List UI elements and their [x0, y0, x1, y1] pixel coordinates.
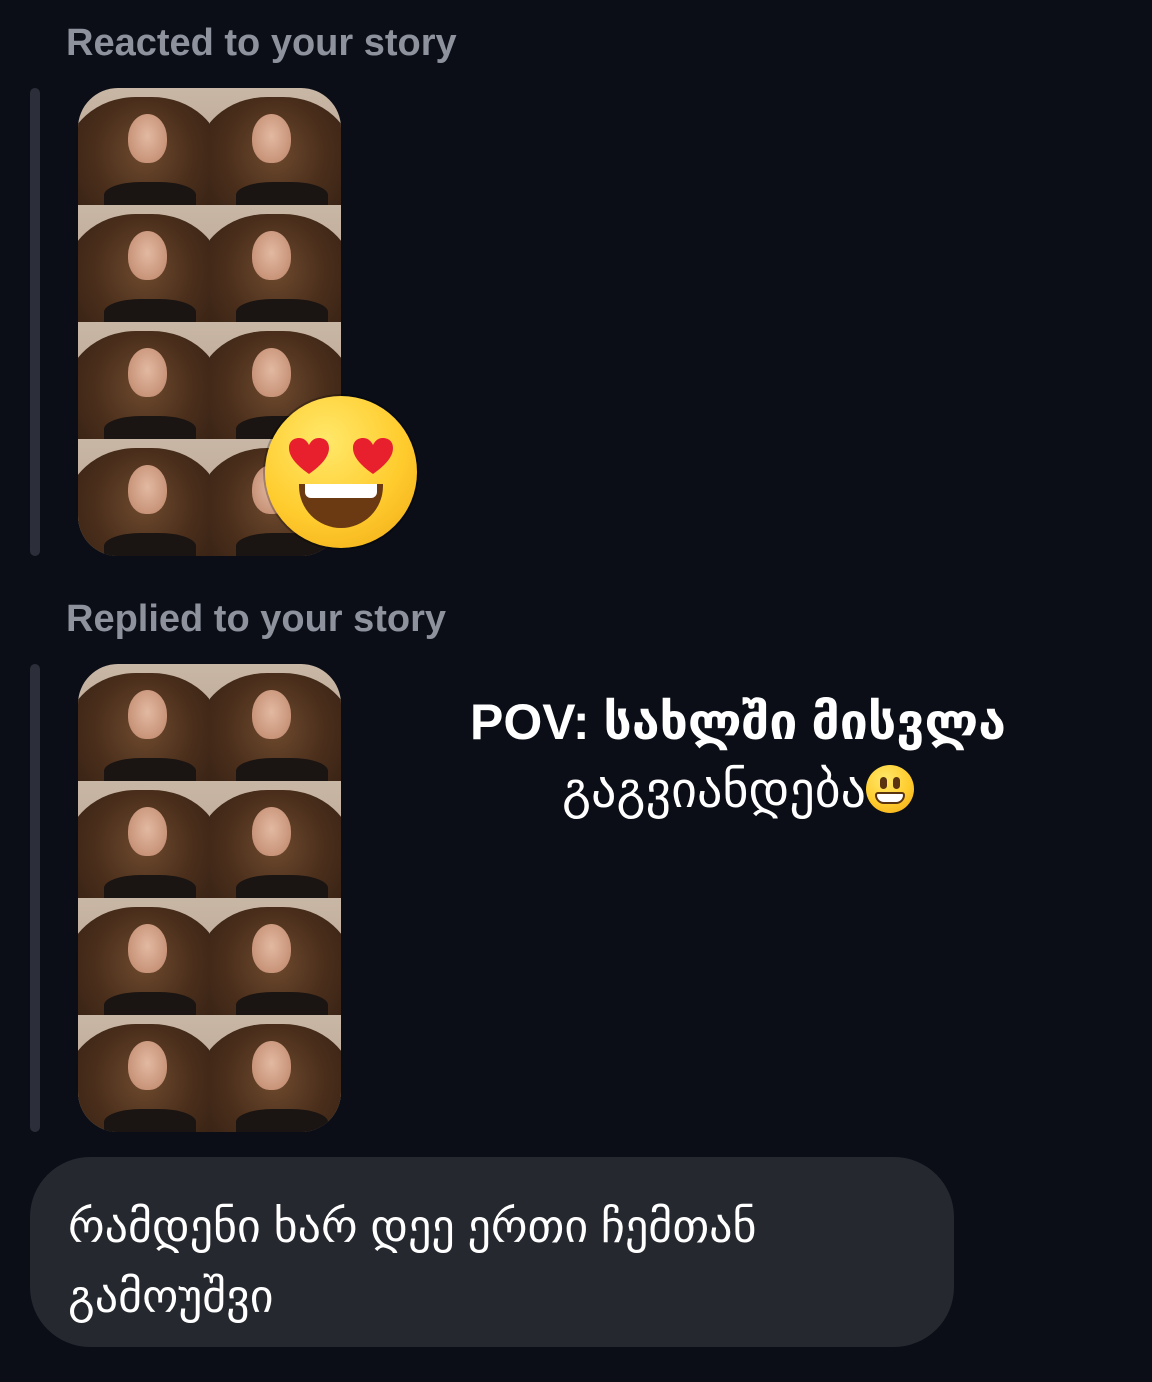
story-caption-line-2-wrap: გაგვიანდება	[418, 756, 1058, 824]
heart-eyes-emoji-icon	[265, 396, 417, 548]
story-thumbnail[interactable]	[78, 664, 341, 1132]
story-photo-tile	[78, 781, 210, 898]
story-caption: POV: სახლში მისვლა გაგვიანდება	[418, 688, 1058, 824]
grinning-face-emoji-icon	[866, 765, 915, 813]
story-caption-line-1: POV: სახლში მისვლა	[470, 694, 1006, 750]
story-photo-tile	[78, 205, 210, 322]
story-photo-tile	[209, 1015, 341, 1132]
story-photo-tile	[78, 1015, 210, 1132]
story-photo-tile	[78, 439, 210, 556]
reply-indicator-bar	[30, 664, 40, 1132]
reacted-to-story-label: Reacted to your story	[66, 22, 457, 64]
story-photo-tile	[209, 781, 341, 898]
reply-indicator-bar	[30, 88, 40, 556]
story-photo-tile	[78, 664, 210, 781]
story-photo-tile	[209, 898, 341, 1015]
story-photo-tile	[209, 664, 341, 781]
story-photo-tile	[209, 205, 341, 322]
story-caption-line-2: გაგვიანდება	[561, 762, 867, 818]
story-photo-tile	[78, 88, 210, 205]
replied-to-story-label: Replied to your story	[66, 598, 447, 640]
message-text: რამდენი ხარ დეე ერთი ჩემთან გამოუშვი	[68, 1200, 757, 1322]
message-bubble[interactable]: რამდენი ხარ დეე ერთი ჩემთან გამოუშვი	[30, 1157, 954, 1347]
story-photo-tile	[78, 898, 210, 1015]
story-photo-tile	[78, 322, 210, 439]
story-photo-tile	[209, 88, 341, 205]
